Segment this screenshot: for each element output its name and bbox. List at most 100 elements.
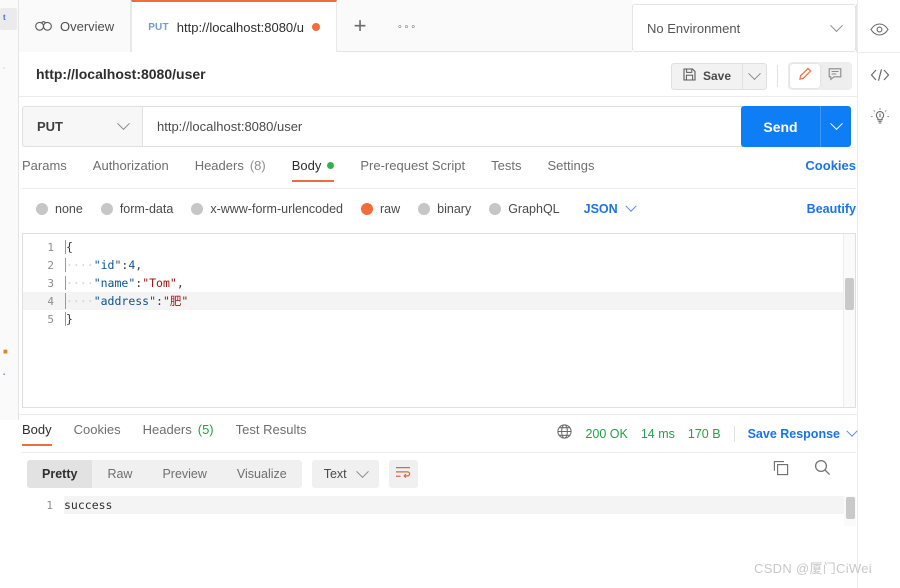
tab-pre-request-script[interactable]: Pre-request Script: [360, 158, 465, 182]
sidebar-glyph-link: ▪: [3, 372, 6, 378]
response-tab-body[interactable]: Body: [22, 422, 52, 446]
response-scrollbar-thumb[interactable]: [846, 497, 855, 519]
body-type-binary[interactable]: binary: [418, 202, 471, 216]
response-size: 170 B: [687, 427, 721, 441]
request-body-editor[interactable]: 1 { 2 ····"id":4, 3 ····"name":"Tom", 4 …: [22, 233, 856, 408]
body-type-graphql[interactable]: GraphQL: [489, 202, 560, 216]
rail-divider-1: [858, 52, 900, 53]
response-view-visualize[interactable]: Visualize: [222, 460, 302, 488]
search-icon[interactable]: [814, 459, 831, 476]
tab-headers-count: (8): [249, 158, 266, 173]
editor-scrollbar-thumb[interactable]: [845, 278, 854, 310]
radio-icon: [100, 203, 113, 215]
send-button[interactable]: Send: [741, 106, 820, 147]
lightbulb-icon[interactable]: [858, 100, 900, 134]
response-tabs: Body Cookies Headers (5) Test Results 20…: [22, 422, 858, 452]
code-comma: ,: [135, 258, 143, 272]
new-tab-button[interactable]: +: [337, 0, 383, 52]
tab-body-label: Body: [291, 158, 322, 173]
sidebar-glyph-folder: ■: [3, 347, 8, 356]
code-line: 5 }: [23, 310, 855, 328]
response-tab-headers-label: Headers: [142, 422, 192, 437]
tab-request-label: http://localhost:8080/u: [176, 19, 304, 35]
body-format-label: JSON: [583, 202, 618, 216]
response-status: 200 OK: [585, 427, 628, 441]
actions-divider: [777, 65, 778, 87]
environment-selector[interactable]: No Environment: [632, 4, 856, 52]
comment-icon: [828, 67, 842, 86]
chevron-down-icon: [355, 464, 369, 478]
tab-options-button[interactable]: ∘∘∘: [383, 0, 431, 52]
save-response-button[interactable]: Save Response: [748, 425, 858, 441]
tab-strip-empty-area: [431, 0, 632, 51]
tab-settings[interactable]: Settings: [547, 158, 594, 182]
word-wrap-button[interactable]: [388, 460, 418, 488]
body-present-dot: [327, 162, 335, 169]
response-tab-cookies[interactable]: Cookies: [74, 422, 121, 446]
response-tab-body-label: Body: [22, 422, 52, 437]
tab-overview[interactable]: Overview: [19, 0, 132, 52]
save-button[interactable]: Save: [670, 62, 742, 90]
response-view-pretty[interactable]: Pretty: [27, 460, 93, 488]
code-indent: ····: [66, 276, 94, 290]
edit-mode-button[interactable]: [790, 64, 820, 88]
code-text: }: [66, 312, 73, 326]
view-toggle-group: [788, 62, 852, 90]
body-type-graphql-label: GraphQL: [508, 202, 560, 216]
response-format-selector[interactable]: Text: [311, 460, 379, 488]
request-url-row: PUT http://localhost:8080/user: [22, 106, 756, 147]
body-type-none[interactable]: none: [36, 202, 83, 216]
code-colon: :: [156, 294, 163, 308]
response-code-line: 1 success: [22, 496, 856, 514]
response-divider: [19, 414, 857, 415]
code-line: 3 ····"name":"Tom",: [23, 274, 855, 292]
editor-scrollbar[interactable]: [843, 234, 855, 407]
request-url-input[interactable]: http://localhost:8080/user: [142, 106, 756, 147]
code-brackets-icon[interactable]: [858, 58, 900, 92]
http-method-selector[interactable]: PUT: [22, 106, 142, 147]
postman-app-window: t ◦ ■ ▪ Overview PUT http://localhost:80…: [0, 0, 900, 588]
beautify-link[interactable]: Beautify: [807, 202, 856, 216]
body-type-none-label: none: [55, 202, 83, 216]
body-type-urlencoded[interactable]: x-www-form-urlencoded: [191, 202, 343, 216]
response-body-viewer[interactable]: 1 success: [22, 496, 856, 546]
word-wrap-icon: [395, 465, 411, 484]
body-type-raw[interactable]: raw: [361, 202, 400, 216]
response-format-label: Text: [323, 467, 347, 481]
chevron-down-icon: [117, 117, 130, 131]
body-type-urlencoded-label: x-www-form-urlencoded: [210, 202, 343, 216]
cookies-link[interactable]: Cookies: [805, 158, 856, 173]
save-options-button[interactable]: [742, 62, 767, 90]
request-tabs-underline: [22, 188, 856, 189]
tab-headers[interactable]: Headers (8): [195, 158, 266, 182]
code-line-active: 4 ····"address":"肥": [23, 292, 855, 310]
response-tab-test-results[interactable]: Test Results: [236, 422, 307, 446]
tab-authorization[interactable]: Authorization: [93, 158, 169, 182]
body-type-options: none form-data x-www-form-urlencoded raw…: [36, 196, 856, 222]
response-view-preview[interactable]: Preview: [147, 460, 221, 488]
response-view-segmented-control: Pretty Raw Preview Visualize: [27, 460, 302, 488]
watermark: CSDN @厦门CiWei: [754, 561, 872, 576]
globe-icon: [557, 424, 573, 444]
line-number: 2: [47, 258, 54, 272]
body-type-form-data[interactable]: form-data: [100, 202, 173, 216]
tab-params[interactable]: Params: [22, 158, 67, 182]
copy-icon[interactable]: [773, 460, 789, 476]
code-value: "肥": [162, 294, 189, 308]
eye-icon[interactable]: [858, 12, 900, 46]
response-tab-headers[interactable]: Headers (5): [143, 422, 214, 446]
response-toolbar: Pretty Raw Preview Visualize Text: [27, 459, 856, 489]
response-view-raw[interactable]: Raw: [92, 460, 147, 488]
save-button-label: Save: [702, 69, 731, 83]
tab-request-put[interactable]: PUT http://localhost:8080/u: [131, 0, 337, 52]
radio-icon: [489, 203, 502, 215]
page-title: http://localhost:8080/user: [36, 66, 206, 82]
tab-tests[interactable]: Tests: [491, 158, 521, 182]
comments-button[interactable]: [820, 64, 850, 88]
tab-body[interactable]: Body: [291, 158, 335, 182]
request-url-value: http://localhost:8080/user: [157, 119, 303, 134]
chevron-down-icon: [829, 117, 843, 131]
send-options-button[interactable]: [820, 106, 851, 147]
response-scrollbar[interactable]: [844, 496, 856, 526]
body-format-selector[interactable]: JSON: [583, 200, 637, 216]
